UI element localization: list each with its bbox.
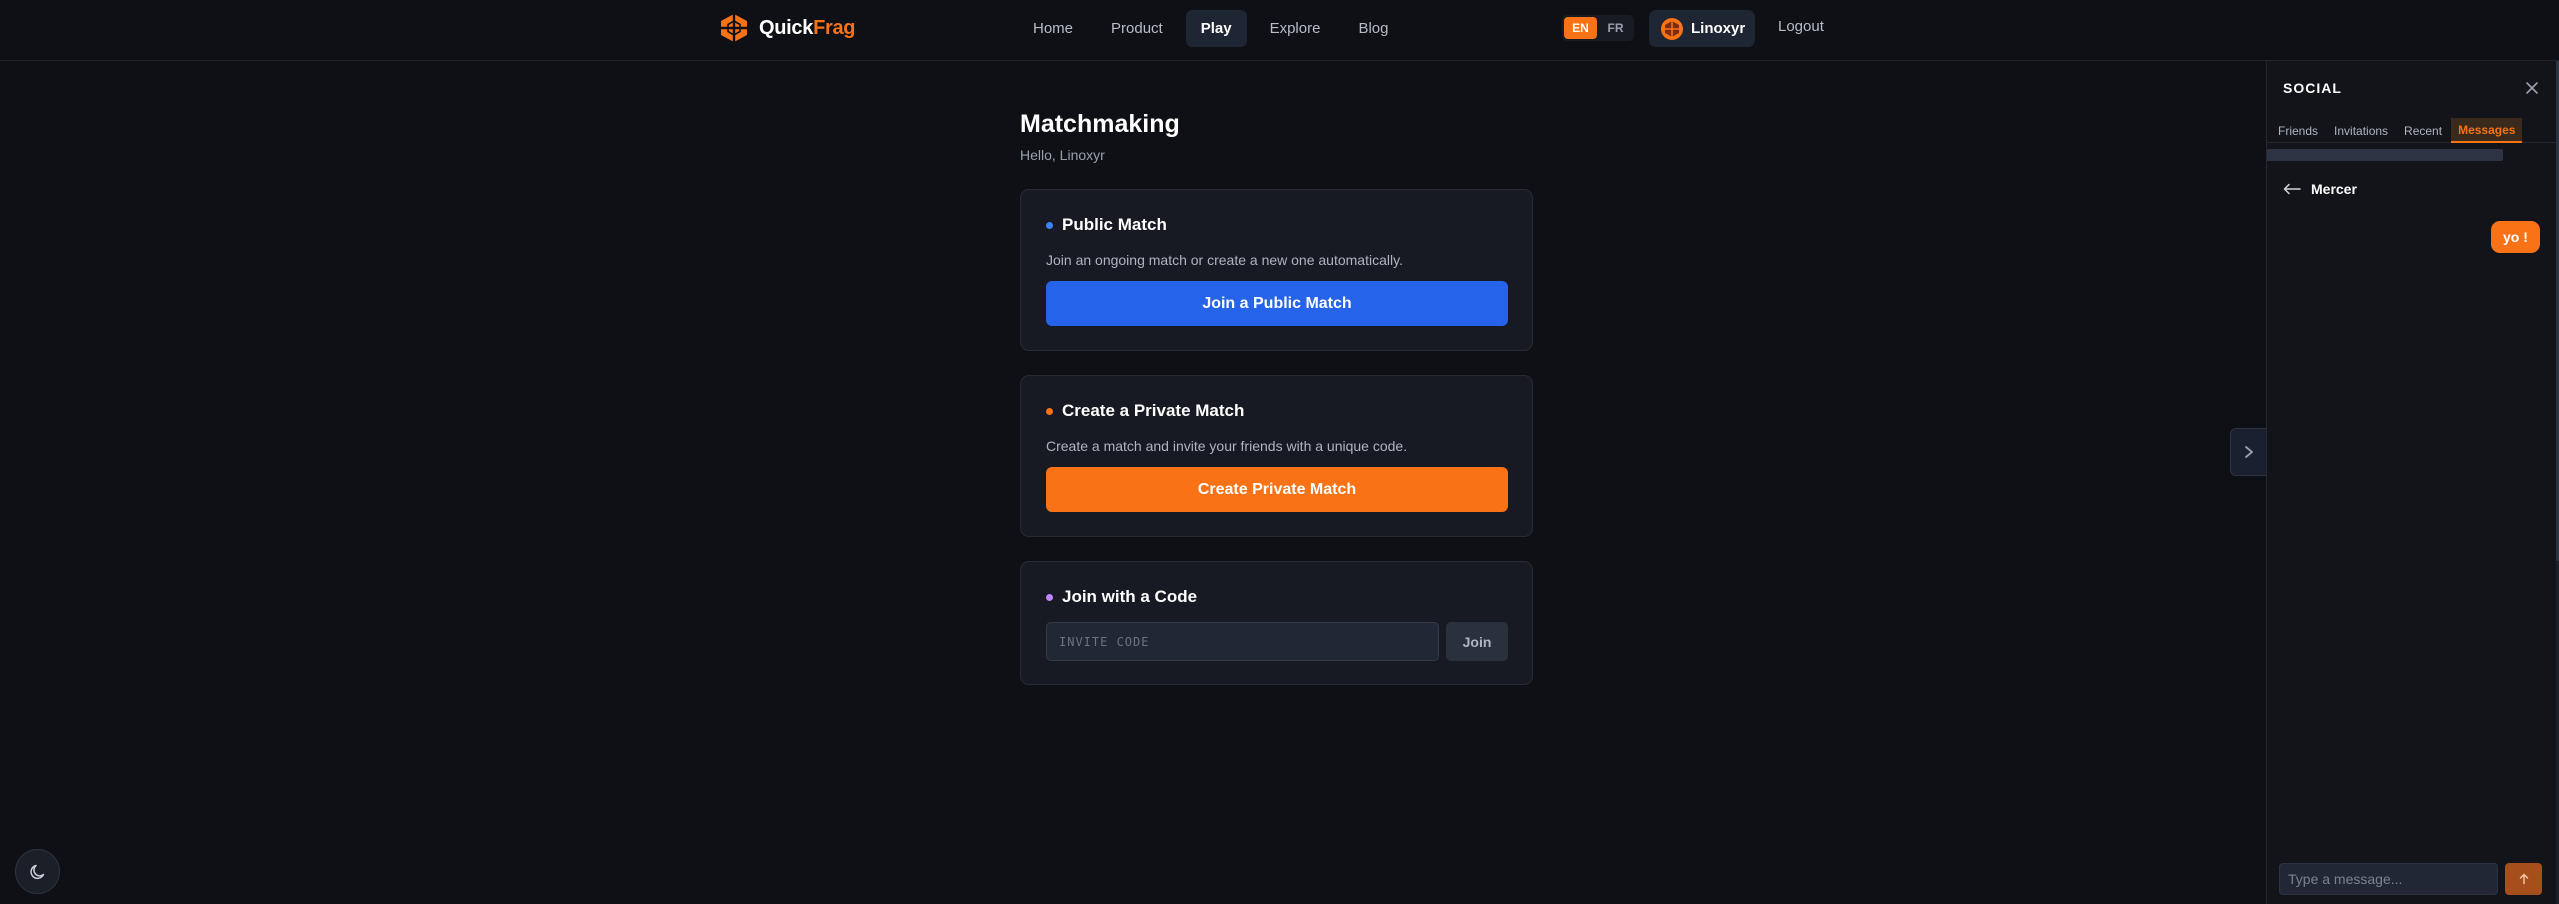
blue-dot-icon <box>1046 221 1053 229</box>
nav-blog[interactable]: Blog <box>1343 10 1403 47</box>
nav-product[interactable]: Product <box>1096 10 1178 47</box>
theme-toggle-button[interactable] <box>15 849 60 894</box>
join-code-title: Join with a Code <box>1062 587 1198 606</box>
public-match-header: Public Match <box>1046 215 1167 235</box>
orange-dot-icon <box>1046 407 1053 415</box>
private-match-title: Create a Private Match <box>1062 401 1245 420</box>
brand-name-part2: Frag <box>813 16 856 39</box>
private-match-card: Create a Private Match Create a match an… <box>1020 375 1533 537</box>
purple-dot-icon <box>1046 593 1053 601</box>
tab-recent[interactable]: Recent <box>2397 118 2449 143</box>
brand-name-part1: Quick <box>759 16 814 39</box>
nav-explore[interactable]: Explore <box>1255 10 1336 47</box>
message-input[interactable] <box>2279 863 2498 895</box>
back-arrow-icon[interactable] <box>2283 183 2301 195</box>
brand-logo[interactable]: QuickFrag <box>719 13 856 43</box>
invite-code-input[interactable] <box>1046 622 1439 661</box>
user-name: Linoxyr <box>1691 20 1746 37</box>
close-icon[interactable] <box>2523 79 2541 97</box>
lang-en-button[interactable]: EN <box>1564 17 1597 39</box>
public-match-title: Public Match <box>1062 215 1167 234</box>
private-match-header: Create a Private Match <box>1046 401 1244 421</box>
moon-icon <box>29 864 44 879</box>
send-message-button[interactable] <box>2505 863 2542 895</box>
chat-contact-name: Mercer <box>2311 181 2357 197</box>
join-code-card: Join with a Code Join <box>1020 561 1533 685</box>
tab-messages[interactable]: Messages <box>2451 118 2523 143</box>
nav-home[interactable]: Home <box>1018 10 1088 47</box>
collapse-panel-button[interactable] <box>2230 428 2266 476</box>
social-tabs: Friends Invitations Recent Messages <box>2267 118 2559 143</box>
join-code-header: Join with a Code <box>1046 587 1197 607</box>
lang-fr-button[interactable]: FR <box>1599 17 1632 39</box>
tab-invitations[interactable]: Invitations <box>2327 118 2395 143</box>
logout-link[interactable]: Logout <box>1778 18 1824 35</box>
tab-friends[interactable]: Friends <box>2271 118 2325 143</box>
brand-name: QuickFrag <box>759 16 856 40</box>
quickfrag-logo-icon <box>721 14 747 42</box>
nav-play[interactable]: Play <box>1185 10 1247 47</box>
public-match-card: Public Match Join an ongoing match or cr… <box>1020 189 1533 351</box>
greeting-text: Hello, Linoxyr <box>1020 147 1105 163</box>
outgoing-message-bubble: yo ! <box>2491 221 2540 253</box>
tabs-horizontal-scrollbar[interactable] <box>2267 149 2503 161</box>
public-match-description: Join an ongoing match or create a new on… <box>1046 252 1403 268</box>
social-panel-title: SOCIAL <box>2283 80 2342 96</box>
top-navigation-bar: QuickFrag Home Product Play Explore Blog… <box>0 0 2559 61</box>
private-match-description: Create a match and invite your friends w… <box>1046 438 1408 454</box>
user-profile-button[interactable]: Linoxyr <box>1649 10 1755 47</box>
main-nav: Home Product Play Explore Blog <box>1018 10 1403 47</box>
page-title: Matchmaking <box>1020 110 1180 138</box>
join-code-button[interactable]: Join <box>1446 622 1508 661</box>
social-panel: SOCIAL Friends Invitations Recent Messag… <box>2266 61 2559 904</box>
chat-header: Mercer <box>2283 181 2357 197</box>
user-avatar-icon <box>1661 17 1683 40</box>
create-private-match-button[interactable]: Create Private Match <box>1046 467 1508 512</box>
arrow-up-icon <box>2519 873 2528 885</box>
language-switcher: EN FR <box>1562 15 1634 41</box>
chevron-right-icon <box>2244 446 2253 458</box>
join-public-match-button[interactable]: Join a Public Match <box>1046 281 1508 326</box>
